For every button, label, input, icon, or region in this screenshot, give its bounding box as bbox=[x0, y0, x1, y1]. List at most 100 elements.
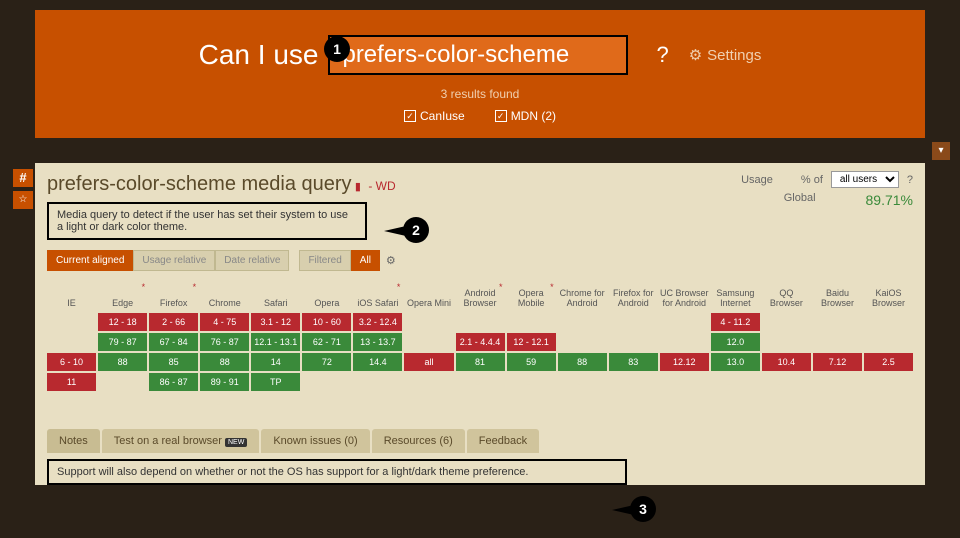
hash-icon[interactable]: # bbox=[13, 169, 33, 187]
support-cell[interactable] bbox=[762, 373, 811, 391]
support-cell[interactable] bbox=[864, 373, 913, 391]
support-cell[interactable] bbox=[813, 373, 862, 391]
support-cell[interactable]: 13 - 13.7 bbox=[353, 333, 402, 351]
support-cell[interactable] bbox=[47, 333, 96, 351]
support-cell[interactable] bbox=[98, 393, 147, 411]
support-cell[interactable] bbox=[660, 393, 709, 411]
support-cell[interactable]: 86 - 87 bbox=[149, 373, 198, 391]
support-cell[interactable] bbox=[864, 313, 913, 331]
support-cell[interactable] bbox=[302, 373, 351, 391]
filter-mdn[interactable]: ✓MDN (2) bbox=[495, 109, 556, 123]
support-cell[interactable] bbox=[353, 393, 402, 411]
support-cell[interactable]: 88 bbox=[558, 353, 607, 371]
support-cell[interactable] bbox=[813, 333, 862, 351]
view-all[interactable]: All bbox=[351, 250, 380, 271]
support-cell[interactable] bbox=[813, 393, 862, 411]
support-cell[interactable] bbox=[762, 393, 811, 411]
support-cell[interactable] bbox=[762, 333, 811, 351]
support-cell[interactable]: 59 bbox=[507, 353, 556, 371]
support-cell[interactable]: TP bbox=[251, 373, 300, 391]
support-cell[interactable] bbox=[609, 333, 658, 351]
support-cell[interactable]: 12.1 - 13.1 bbox=[251, 333, 300, 351]
filter-caniuse[interactable]: ✓CanIuse bbox=[404, 109, 465, 123]
support-cell[interactable]: 3.2 - 12.4 bbox=[353, 313, 402, 331]
support-cell[interactable]: 13.0 bbox=[711, 353, 760, 371]
support-cell[interactable] bbox=[456, 393, 505, 411]
support-cell[interactable]: 12.12 bbox=[660, 353, 709, 371]
support-cell[interactable]: 10.4 bbox=[762, 353, 811, 371]
support-cell[interactable] bbox=[558, 373, 607, 391]
tab-test[interactable]: Test on a real browserNEW bbox=[102, 429, 260, 453]
support-cell[interactable]: 88 bbox=[98, 353, 147, 371]
support-cell[interactable] bbox=[404, 333, 453, 351]
support-cell[interactable] bbox=[762, 313, 811, 331]
support-cell[interactable] bbox=[507, 393, 556, 411]
support-cell[interactable] bbox=[47, 313, 96, 331]
tab-notes[interactable]: Notes bbox=[47, 429, 100, 453]
support-cell[interactable] bbox=[251, 393, 300, 411]
support-cell[interactable] bbox=[864, 393, 913, 411]
support-cell[interactable]: 6 - 10 bbox=[47, 353, 96, 371]
support-cell[interactable]: 67 - 84 bbox=[149, 333, 198, 351]
support-cell[interactable] bbox=[507, 373, 556, 391]
support-cell[interactable] bbox=[609, 373, 658, 391]
support-cell[interactable] bbox=[456, 373, 505, 391]
support-cell[interactable]: all bbox=[404, 353, 453, 371]
support-cell[interactable] bbox=[404, 313, 453, 331]
support-cell[interactable] bbox=[149, 393, 198, 411]
support-cell[interactable] bbox=[302, 393, 351, 411]
support-cell[interactable] bbox=[353, 373, 402, 391]
support-cell[interactable] bbox=[660, 333, 709, 351]
support-cell[interactable] bbox=[404, 373, 453, 391]
support-cell[interactable]: 12 - 18 bbox=[98, 313, 147, 331]
search-input[interactable] bbox=[328, 35, 628, 75]
support-cell[interactable]: 2.1 - 4.4.4 bbox=[456, 333, 505, 351]
support-cell[interactable] bbox=[558, 333, 607, 351]
filter-icon[interactable]: ▾ bbox=[932, 142, 950, 160]
support-cell[interactable]: 12.0 bbox=[711, 333, 760, 351]
view-current-aligned[interactable]: Current aligned bbox=[47, 250, 133, 271]
support-cell[interactable]: 14 bbox=[251, 353, 300, 371]
tab-resources[interactable]: Resources (6) bbox=[372, 429, 465, 453]
tab-known-issues[interactable]: Known issues (0) bbox=[261, 429, 369, 453]
support-cell[interactable]: 76 - 87 bbox=[200, 333, 249, 351]
support-cell[interactable]: 11 bbox=[47, 373, 96, 391]
support-cell[interactable] bbox=[507, 313, 556, 331]
support-cell[interactable]: 81 bbox=[456, 353, 505, 371]
usage-scope-select[interactable]: all users bbox=[831, 171, 899, 188]
support-cell[interactable] bbox=[711, 393, 760, 411]
support-cell[interactable] bbox=[660, 373, 709, 391]
support-cell[interactable] bbox=[98, 373, 147, 391]
support-cell[interactable] bbox=[558, 393, 607, 411]
support-cell[interactable]: 4 - 11.2 bbox=[711, 313, 760, 331]
support-cell[interactable]: 4 - 75 bbox=[200, 313, 249, 331]
support-cell[interactable]: 2 - 66 bbox=[149, 313, 198, 331]
support-cell[interactable] bbox=[813, 313, 862, 331]
support-cell[interactable]: 72 bbox=[302, 353, 351, 371]
support-cell[interactable]: 83 bbox=[609, 353, 658, 371]
support-cell[interactable]: 89 - 91 bbox=[200, 373, 249, 391]
support-cell[interactable] bbox=[660, 313, 709, 331]
support-cell[interactable] bbox=[200, 393, 249, 411]
support-cell[interactable]: 7.12 bbox=[813, 353, 862, 371]
support-cell[interactable]: 12 - 12.1 bbox=[507, 333, 556, 351]
support-cell[interactable] bbox=[864, 333, 913, 351]
view-filtered[interactable]: Filtered bbox=[299, 250, 350, 271]
support-cell[interactable]: 85 bbox=[149, 353, 198, 371]
view-settings-icon[interactable]: ⚙ bbox=[386, 254, 396, 267]
support-cell[interactable]: 2.5 bbox=[864, 353, 913, 371]
support-cell[interactable]: 62 - 71 bbox=[302, 333, 351, 351]
support-cell[interactable] bbox=[456, 313, 505, 331]
view-usage-relative[interactable]: Usage relative bbox=[133, 250, 215, 271]
settings-link[interactable]: ⚙ Settings bbox=[689, 46, 762, 64]
support-cell[interactable] bbox=[404, 393, 453, 411]
support-cell[interactable]: 79 - 87 bbox=[98, 333, 147, 351]
support-cell[interactable]: 14.4 bbox=[353, 353, 402, 371]
usage-help-icon[interactable]: ? bbox=[907, 174, 913, 186]
support-cell[interactable]: 10 - 60 bbox=[302, 313, 351, 331]
support-cell[interactable] bbox=[558, 313, 607, 331]
help-icon[interactable]: ? bbox=[656, 42, 668, 68]
support-cell[interactable] bbox=[609, 393, 658, 411]
support-cell[interactable]: 88 bbox=[200, 353, 249, 371]
support-cell[interactable]: 3.1 - 12 bbox=[251, 313, 300, 331]
